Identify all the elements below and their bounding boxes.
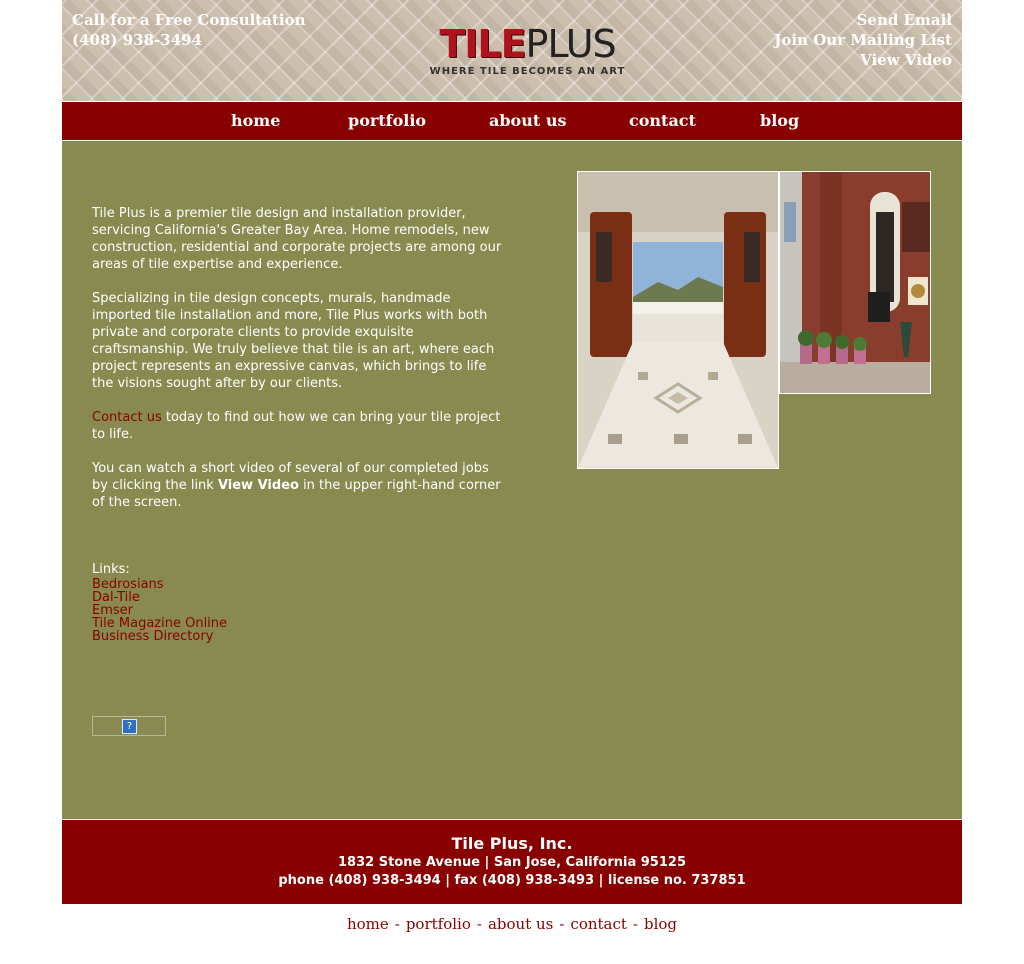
footer-nav-blog[interactable]: blog bbox=[644, 915, 677, 933]
doorway-photo bbox=[577, 171, 779, 469]
question-icon: ? bbox=[122, 719, 137, 734]
page: Call for a Free Consultation (408) 938-3… bbox=[62, 0, 962, 904]
consultation-block: Call for a Free Consultation (408) 938-3… bbox=[72, 10, 305, 50]
storefront-photo bbox=[779, 171, 931, 394]
link-business-directory[interactable]: Business Directory bbox=[92, 630, 227, 643]
contact-us-link[interactable]: Contact us bbox=[92, 410, 162, 425]
footer-nav-contact[interactable]: contact bbox=[570, 915, 627, 933]
send-email-link[interactable]: Send Email bbox=[774, 10, 952, 30]
intro-paragraph-3: Contact us today to find out how we can … bbox=[92, 409, 502, 443]
nav-portfolio[interactable]: portfolio bbox=[348, 111, 426, 130]
logo-plus-text: PLUS bbox=[525, 22, 617, 66]
footer-nav-home[interactable]: home bbox=[347, 915, 389, 933]
logo-wordmark: TILEPLUS bbox=[415, 24, 640, 64]
links-section: Links: Bedrosians Dal-Tile Emser Tile Ma… bbox=[92, 562, 227, 643]
intro-paragraph-2: Specializing in tile design concepts, mu… bbox=[92, 291, 495, 391]
doorway-image bbox=[578, 172, 778, 468]
footer-nav-separator: - bbox=[394, 915, 400, 933]
footer-nav-portfolio[interactable]: portfolio bbox=[406, 915, 471, 933]
header-phone: (408) 938-3494 bbox=[72, 31, 203, 49]
storefront-image bbox=[780, 172, 930, 393]
nav-about-us[interactable]: about us bbox=[489, 111, 566, 130]
logo-tagline: WHERE TILE BECOMES AN ART bbox=[429, 66, 626, 77]
video-text-bold: View Video bbox=[217, 478, 299, 493]
header-links: Send Email Join Our Mailing List View Vi… bbox=[774, 10, 952, 70]
logo-tile-text: TILE bbox=[439, 22, 526, 66]
links-label: Links: bbox=[92, 562, 130, 577]
nav-home[interactable]: home bbox=[231, 111, 280, 130]
main-nav: home portfolio about us contact blog bbox=[62, 101, 962, 141]
main-content: Tile Plus is a premier tile design and i… bbox=[62, 141, 962, 819]
footer-contact: phone (408) 938-3494 | fax (408) 938-349… bbox=[278, 873, 746, 888]
footer-company: Tile Plus, Inc. bbox=[451, 834, 573, 853]
intro-text: Tile Plus is a premier tile design and i… bbox=[92, 205, 502, 528]
footer-nav: home - portfolio - about us - contact - blog bbox=[0, 915, 1024, 933]
header: Call for a Free Consultation (408) 938-3… bbox=[62, 0, 962, 101]
embedded-widget[interactable]: ? bbox=[92, 716, 166, 736]
site-logo[interactable]: TILEPLUS WHERE TILE BECOMES AN ART bbox=[415, 24, 640, 77]
footer-nav-separator: - bbox=[632, 915, 638, 933]
intro-paragraph-1: Tile Plus is a premier tile design and i… bbox=[92, 206, 502, 272]
footer-address: 1832 Stone Avenue | San Jose, California… bbox=[338, 855, 686, 870]
footer-nav-separator: - bbox=[476, 915, 482, 933]
footer: Tile Plus, Inc. 1832 Stone Avenue | San … bbox=[62, 819, 962, 904]
nav-contact[interactable]: contact bbox=[629, 111, 696, 130]
mailing-list-link[interactable]: Join Our Mailing List bbox=[774, 30, 952, 50]
intro-paragraph-4: You can watch a short video of several o… bbox=[92, 460, 502, 511]
consultation-label: Call for a Free Consultation bbox=[72, 11, 306, 29]
footer-nav-separator: - bbox=[559, 915, 565, 933]
nav-blog[interactable]: blog bbox=[760, 111, 799, 130]
footer-nav-about-us[interactable]: about us bbox=[488, 915, 553, 933]
view-video-link[interactable]: View Video bbox=[774, 50, 952, 70]
